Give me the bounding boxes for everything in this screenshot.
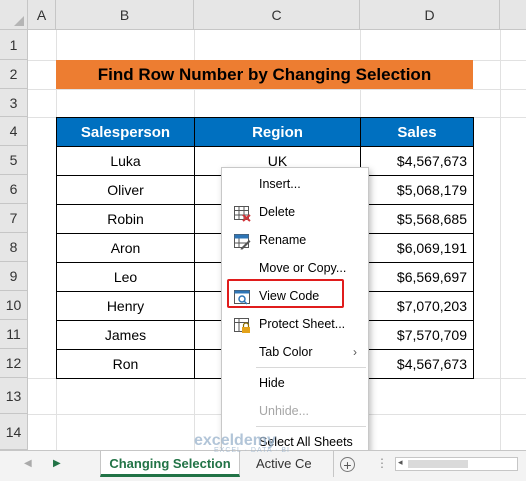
sales-cell[interactable]: $4,567,673 xyxy=(360,349,474,379)
gridline xyxy=(500,30,501,450)
menu-item-rename[interactable]: Rename xyxy=(222,226,368,254)
sales-cell[interactable]: $6,069,191 xyxy=(360,233,474,263)
row-header-2[interactable]: 2 xyxy=(0,60,28,89)
gridline xyxy=(28,89,526,90)
sales-cell[interactable]: $5,068,179 xyxy=(360,175,474,205)
salesperson-cell[interactable]: Luka xyxy=(56,146,195,176)
salesperson-cell[interactable]: Aron xyxy=(56,233,195,263)
exceldemy-watermark: exceldemy EXCEL · DATA · BI xyxy=(194,432,290,454)
menu-item-label: Unhide... xyxy=(259,404,310,418)
menu-item-delete[interactable]: Delete xyxy=(222,198,368,226)
scroll-tabs-right-icon[interactable]: ▶ xyxy=(53,458,61,469)
row-header-14[interactable]: 14 xyxy=(0,414,28,450)
sheet-tab-context-menu: Insert... Delete Rename Move or Copy... … xyxy=(221,167,369,457)
column-header-e[interactable] xyxy=(500,0,526,30)
header-region[interactable]: Region xyxy=(194,117,361,147)
header-sales[interactable]: Sales xyxy=(360,117,474,147)
sheet-tab-changing-selection[interactable]: Changing Selection xyxy=(100,451,240,477)
scrollbar-thumb[interactable] xyxy=(408,460,468,468)
submenu-arrow-icon: › xyxy=(353,345,357,359)
salesperson-cell[interactable]: Oliver xyxy=(56,175,195,205)
row-header-6[interactable]: 6 xyxy=(0,175,28,204)
header-salesperson[interactable]: Salesperson xyxy=(56,117,195,147)
sales-cell[interactable]: $6,569,697 xyxy=(360,262,474,292)
horizontal-scrollbar[interactable]: ◂ xyxy=(395,457,518,471)
salesperson-cell[interactable]: Robin xyxy=(56,204,195,234)
row-header-7[interactable]: 7 xyxy=(0,204,28,233)
sales-cell[interactable]: $7,570,709 xyxy=(360,320,474,350)
menu-item-label: Hide xyxy=(259,376,285,390)
sales-cell[interactable]: $7,070,203 xyxy=(360,291,474,321)
menu-item-protect-sheet[interactable]: Protect Sheet... xyxy=(222,310,368,338)
row-header-11[interactable]: 11 xyxy=(0,320,28,349)
menu-item-insert[interactable]: Insert... xyxy=(222,170,368,198)
menu-item-label: Rename xyxy=(259,233,307,247)
menu-separator xyxy=(256,367,366,368)
menu-separator xyxy=(256,426,366,427)
menu-item-label: Tab Color xyxy=(259,345,313,359)
salesperson-cell[interactable]: Henry xyxy=(56,291,195,321)
salesperson-cell[interactable]: James xyxy=(56,320,195,350)
new-sheet-plus-icon[interactable]: + xyxy=(340,457,355,472)
scroll-left-arrow-icon[interactable]: ◂ xyxy=(398,457,403,468)
row-header-8[interactable]: 8 xyxy=(0,233,28,262)
sheet-title-cell[interactable]: Find Row Number by Changing Selection xyxy=(56,60,473,89)
menu-item-hide[interactable]: Hide xyxy=(222,369,368,397)
row-header-12[interactable]: 12 xyxy=(0,349,28,378)
protect-sheet-icon xyxy=(234,316,251,333)
column-header-c[interactable]: C xyxy=(194,0,360,30)
row-header-9[interactable]: 9 xyxy=(0,262,28,291)
menu-item-move-or-copy[interactable]: Move or Copy... xyxy=(222,254,368,282)
tab-split-handle-icon[interactable]: ⋮ xyxy=(376,456,388,470)
menu-item-label: Delete xyxy=(259,205,296,219)
sheet-tab-active-cell[interactable]: Active Ce xyxy=(246,451,334,477)
menu-item-label: Protect Sheet... xyxy=(259,317,346,331)
row-header-1[interactable]: 1 xyxy=(0,30,28,60)
column-header-a[interactable]: A xyxy=(28,0,56,30)
row-header-13[interactable]: 13 xyxy=(0,378,28,414)
select-all-corner[interactable] xyxy=(0,0,28,30)
menu-item-label: Insert... xyxy=(259,177,301,191)
column-header-b[interactable]: B xyxy=(56,0,194,30)
row-header-5[interactable]: 5 xyxy=(0,146,28,175)
sales-cell[interactable]: $4,567,673 xyxy=(360,146,474,176)
view-code-highlight-box xyxy=(227,279,344,308)
column-header-d[interactable]: D xyxy=(360,0,500,30)
sales-cell[interactable]: $5,568,685 xyxy=(360,204,474,234)
scroll-tabs-left-icon[interactable]: ◀ xyxy=(24,458,32,469)
row-header-10[interactable]: 10 xyxy=(0,291,28,320)
salesperson-cell[interactable]: Ron xyxy=(56,349,195,379)
row-header-4[interactable]: 4 xyxy=(0,117,28,146)
menu-item-tab-color[interactable]: Tab Color › xyxy=(222,338,368,366)
menu-item-unhide: Unhide... xyxy=(222,397,368,425)
select-all-triangle-icon xyxy=(14,16,24,26)
rename-sheet-icon xyxy=(234,232,251,250)
salesperson-cell[interactable]: Leo xyxy=(56,262,195,292)
row-header-3[interactable]: 3 xyxy=(0,89,28,117)
delete-sheet-icon xyxy=(234,204,251,222)
menu-item-label: Move or Copy... xyxy=(259,261,347,275)
